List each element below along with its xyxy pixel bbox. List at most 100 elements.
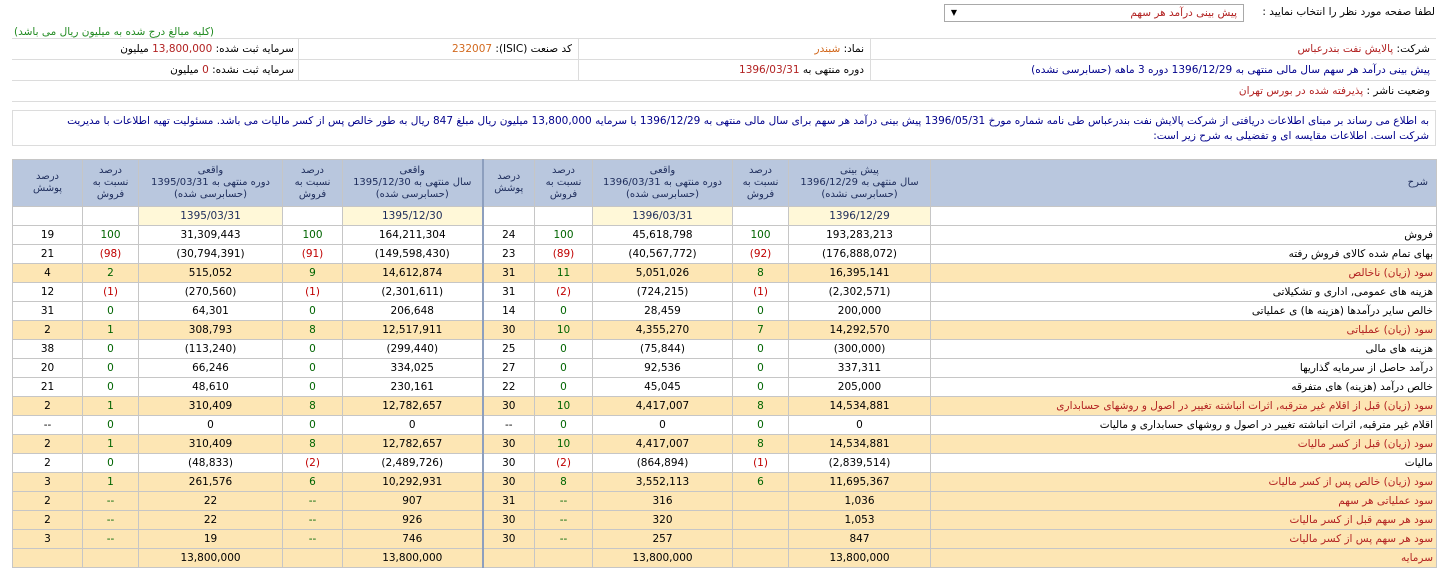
percent-cell: 0 (82, 301, 139, 321)
percent-cell: (2) (534, 453, 593, 473)
coverage-cell: 31 (481, 282, 535, 302)
percent-cell: (98) (82, 244, 139, 264)
row-label: فروش (930, 225, 1437, 245)
chevron-down-icon[interactable]: ▼ (947, 6, 961, 20)
date-cell: 1395/12/30 (342, 206, 483, 226)
percent-cell: 1 (82, 396, 139, 416)
date-row-empty (12, 206, 83, 226)
value-cell: 4,417,007 (592, 396, 733, 416)
company-field: شرکت: پالایش نفت بندرعباس (1295, 39, 1432, 60)
col-header-line: سال منتهی به 1396/12/29 (800, 177, 919, 188)
value-cell: 10,292,931 (342, 472, 483, 492)
value-cell: 926 (342, 510, 483, 530)
value-cell: 4,417,007 (592, 434, 733, 454)
value-cell: (48,833) (138, 453, 283, 473)
table-header-row: شرح پیش بینی سال منتهی به 1396/12/29 (حساب… (12, 159, 1437, 207)
value-cell: 205,000 (788, 377, 931, 397)
divider (870, 39, 871, 60)
table-row: سود هر سهم پس از کسر مالیات 847 257 -- 30 746… (12, 529, 1437, 549)
coverage-cell: 31 (481, 491, 535, 511)
coverage-cell: 24 (481, 225, 535, 245)
page-select-dropdown[interactable]: پیش بینی درآمد هر سهم ▼ (944, 4, 1244, 22)
percent-cell: 7 (732, 320, 789, 340)
percent-cell: (2) (534, 282, 593, 302)
value-cell: 200,000 (788, 301, 931, 321)
col-header-line: نسبت به (545, 177, 582, 188)
percent-cell: 1 (82, 434, 139, 454)
coverage-cell: 30 (481, 453, 535, 473)
value-cell: 22 (138, 491, 283, 511)
notice-box: به اطلاع می رساند بر مبنای اطلاعات دریاف… (12, 110, 1436, 146)
col-header-desc: شرح (930, 159, 1437, 207)
percent-cell: 0 (282, 358, 343, 378)
percent-cell: -- (82, 529, 139, 549)
percent-cell: 0 (534, 415, 593, 435)
coverage-cell: 30 (481, 510, 535, 530)
coverage-cell: 2 (12, 453, 83, 473)
col-header-line: درصد (497, 171, 521, 182)
publisher-status-value: پذیرفته شده در بورس تهران (1238, 85, 1364, 97)
value-cell: 14,534,881 (788, 434, 931, 454)
coverage-cell: 25 (481, 339, 535, 359)
col-header-c4: درصد نسبت به فروش (534, 159, 593, 207)
coverage-cell (12, 548, 83, 568)
percent-cell (534, 548, 593, 568)
registered-capital-unit: میلیون (120, 43, 149, 55)
percent-cell: 2 (82, 263, 139, 283)
row-label: سود (زیان) ناخالص (930, 263, 1437, 283)
col-header-line: دوره منتهی به 1396/03/31 (602, 177, 722, 188)
percent-cell: -- (534, 491, 593, 511)
coverage-cell: 30 (481, 434, 535, 454)
date-cell: 1395/03/31 (138, 206, 283, 226)
coverage-cell: 22 (481, 377, 535, 397)
col-header-line: پیش بینی (840, 165, 879, 176)
percent-cell: 0 (282, 301, 343, 321)
percent-cell: -- (282, 510, 343, 530)
value-cell: 257 (592, 529, 733, 549)
divider (870, 60, 871, 81)
value-cell: 261,576 (138, 472, 283, 492)
table-row: بهای تمام شده کالای فروش رفته (176,888,07… (12, 244, 1437, 264)
value-cell: 847 (788, 529, 931, 549)
value-cell: 14,612,874 (342, 263, 483, 283)
unregistered-capital-unit: میلیون (170, 64, 199, 76)
value-cell: (300,000) (788, 339, 931, 359)
table-row: مالیات (2,839,514) (1) (864,894) (2) 30 (2,489… (12, 453, 1437, 473)
value-cell: (864,894) (592, 453, 733, 473)
percent-cell: 0 (732, 301, 789, 321)
company-info-panel: شرکت: پالایش نفت بندرعباس نماد: شبندر کد… (12, 38, 1436, 102)
coverage-cell: 3 (12, 472, 83, 492)
coverage-cell: 38 (12, 339, 83, 359)
symbol-field: نماد: شبندر (813, 39, 866, 60)
table-row: خالص درآمد (هزینه) های متفرقه 205,000 0 45,… (12, 377, 1437, 397)
coverage-cell: -- (12, 415, 83, 435)
coverage-cell: 4 (12, 263, 83, 283)
percent-cell: (91) (282, 244, 343, 264)
percent-cell: 11 (534, 263, 593, 283)
date-row-blank (930, 206, 1437, 226)
table-date-row: 1396/12/29 1396/03/31 1395/12/30 1395/03/31 (12, 206, 1437, 226)
value-cell: 193,283,213 (788, 225, 931, 245)
col-header-c6: واقعی سال منتهی به 1395/12/30 (حسابرسی شده… (342, 159, 483, 207)
value-cell: 14,292,570 (788, 320, 931, 340)
percent-cell: 6 (282, 472, 343, 492)
value-cell: 92,536 (592, 358, 733, 378)
value-cell: 0 (138, 415, 283, 435)
value-cell: 230,161 (342, 377, 483, 397)
col-header-c3: واقعی دوره منتهی به 1396/03/31 (حسابرسی شد… (592, 159, 733, 207)
percent-cell: 0 (82, 377, 139, 397)
percent-cell: 8 (732, 434, 789, 454)
percent-cell (732, 510, 789, 530)
percent-cell: (1) (732, 282, 789, 302)
table-row: سود (زیان) ناخالص 16,395,141 8 5,051,026 11 3… (12, 263, 1437, 283)
percent-cell: 0 (82, 339, 139, 359)
symbol-value: شبندر (814, 43, 841, 55)
col-header-line: (حسابرسی شده) (375, 189, 449, 200)
row-label: سود (زیان) قبل از اقلام غیر مترقبه, اثرا… (930, 396, 1437, 416)
col-header-line: فروش (746, 189, 775, 200)
value-cell: 11,695,367 (788, 472, 931, 492)
percent-cell: (1) (282, 282, 343, 302)
percent-cell: (2) (282, 453, 343, 473)
coverage-cell: 30 (481, 396, 535, 416)
percent-cell: 8 (732, 396, 789, 416)
